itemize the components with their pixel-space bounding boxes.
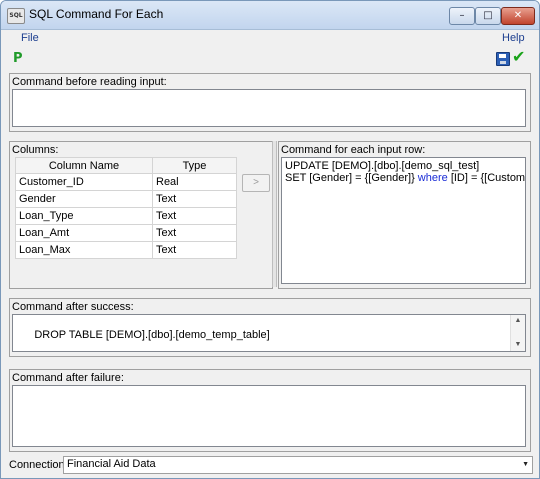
- sql-app-icon: SQL: [7, 8, 25, 24]
- connection-label: Connection:: [9, 459, 68, 471]
- connection-value: Financial Aid Data: [67, 458, 156, 470]
- sql-command-for-each-window: SQL SQL Command For Each – □ ✕ File Help…: [0, 0, 540, 479]
- insert-column-button[interactable]: >: [242, 174, 270, 192]
- success-panel: Command after success: DROP TABLE [DEMO]…: [9, 298, 531, 357]
- each-row-panel: Command for each input row: UPDATE [DEMO…: [278, 141, 531, 289]
- cell-column-name[interactable]: Gender: [15, 190, 153, 208]
- columns-label: Columns:: [12, 144, 59, 156]
- sql-keyword-where: where: [417, 172, 448, 184]
- title-bar[interactable]: SQL SQL Command For Each – □ ✕: [1, 1, 539, 30]
- failure-command-input[interactable]: [12, 385, 526, 447]
- before-panel: Command before reading input:: [9, 73, 531, 132]
- cell-column-name[interactable]: Loan_Type: [15, 207, 153, 225]
- success-command-input[interactable]: DROP TABLE [DEMO].[dbo].[demo_temp_table…: [12, 314, 526, 352]
- window-title: SQL Command For Each: [29, 7, 164, 21]
- table-row[interactable]: Customer_ID Real: [15, 173, 237, 191]
- cell-type[interactable]: Real: [152, 173, 237, 191]
- menu-file[interactable]: File: [21, 32, 39, 44]
- dropdown-arrow-icon[interactable]: ▼: [522, 461, 529, 468]
- scroll-down-icon[interactable]: ▼: [511, 339, 525, 351]
- each-line-2b: [ID] = {[Customer_ID]}: [450, 172, 526, 184]
- parameters-button[interactable]: P: [13, 51, 23, 66]
- column-header-name[interactable]: Column Name: [15, 157, 153, 174]
- column-header-type[interactable]: Type: [152, 157, 237, 174]
- cell-column-name[interactable]: Loan_Max: [15, 241, 153, 259]
- success-label: Command after success:: [12, 301, 134, 313]
- vertical-splitter[interactable]: [272, 141, 277, 287]
- table-row[interactable]: Loan_Type Text: [15, 207, 237, 225]
- failure-label: Command after failure:: [12, 372, 124, 384]
- menu-bar: File Help: [1, 29, 539, 47]
- minimize-button[interactable]: –: [449, 7, 475, 25]
- each-row-label: Command for each input row:: [281, 144, 426, 156]
- failure-panel: Command after failure:: [9, 369, 531, 452]
- each-row-command-input[interactable]: UPDATE [DEMO].[dbo].[demo_sql_test] SET …: [281, 157, 526, 284]
- before-label: Command before reading input:: [12, 76, 167, 88]
- cell-type[interactable]: Text: [152, 190, 237, 208]
- toolbar: P ✔: [1, 47, 539, 71]
- table-row[interactable]: Loan_Amt Text: [15, 224, 237, 242]
- success-command-text: DROP TABLE [DEMO].[dbo].[demo_temp_table…: [34, 329, 270, 341]
- table-row[interactable]: Gender Text: [15, 190, 237, 208]
- green-check-icon[interactable]: ✔: [512, 47, 525, 66]
- table-row[interactable]: Loan_Max Text: [15, 241, 237, 259]
- scroll-up-icon[interactable]: ▲: [511, 315, 525, 327]
- cell-column-name[interactable]: Loan_Amt: [15, 224, 153, 242]
- connection-select[interactable]: Financial Aid Data ▼: [63, 456, 533, 474]
- maximize-button[interactable]: □: [475, 7, 501, 25]
- before-command-input[interactable]: [12, 89, 526, 127]
- each-line-1: UPDATE [DEMO].[dbo].[demo_sql_test]: [285, 160, 480, 172]
- close-button[interactable]: ✕: [501, 7, 535, 25]
- success-scrollbar[interactable]: ▲ ▼: [510, 315, 525, 351]
- menu-help[interactable]: Help: [502, 32, 525, 44]
- columns-panel: Columns: Column Name Type Customer_ID Rea…: [9, 141, 273, 289]
- cell-type[interactable]: Text: [152, 207, 237, 225]
- cell-type[interactable]: Text: [152, 241, 237, 259]
- cell-type[interactable]: Text: [152, 224, 237, 242]
- cell-column-name[interactable]: Customer_ID: [15, 173, 153, 191]
- floppy-disk-icon[interactable]: [496, 52, 510, 66]
- each-line-2a: SET [Gender] = {[Gender]}: [285, 172, 418, 184]
- columns-table: Column Name Type Customer_ID Real Gender T…: [15, 157, 237, 259]
